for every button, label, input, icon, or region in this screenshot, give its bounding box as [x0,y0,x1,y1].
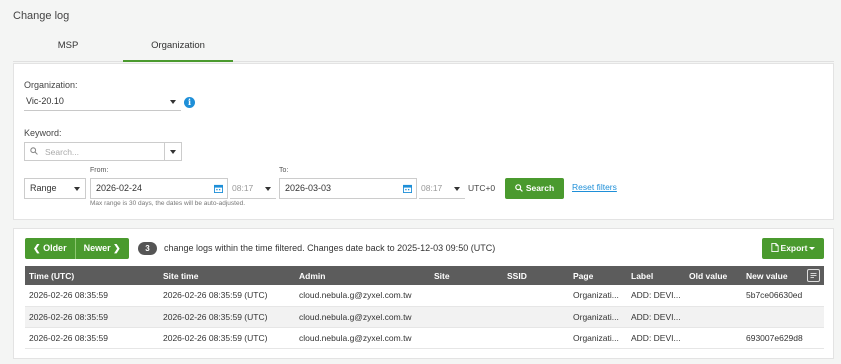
column-header-time-utc[interactable]: Time (UTC) [25,266,159,285]
count-badge: 3 [138,242,157,255]
export-file-icon [770,243,779,252]
column-header-site-time[interactable]: Site time [159,266,295,285]
cell-admin: cloud.nebula.g@zyxel.com.tw [295,306,430,328]
change-log-table: Time (UTC) Site time Admin Site SSID Pag… [25,266,824,349]
column-header-site[interactable]: Site [430,266,503,285]
cell-time-utc: 2026-02-26 08:35:59 [25,327,159,349]
chevron-left-icon: ❮ [33,243,41,253]
cell-page: Organizati... [569,285,627,307]
search-button-label: Search [525,183,555,193]
cell-time-utc: 2026-02-26 08:35:59 [25,306,159,328]
chevron-down-icon [170,150,176,154]
cell-site [430,285,503,307]
column-header-admin[interactable]: Admin [295,266,430,285]
cell-label: ADD: DEVI... [627,306,685,328]
chevron-down-icon [74,187,80,191]
cell-site-time: 2026-02-26 08:35:59 (UTC) [159,306,295,328]
to-time-value: 08:17 [421,183,443,193]
cell-label: ADD: DEVI... [627,327,685,349]
info-icon[interactable]: i [184,97,195,108]
cell-site [430,327,503,349]
cell-old-value [685,327,742,349]
from-time-select[interactable]: 08:17 [230,178,276,199]
keyword-dropdown-button[interactable] [164,143,181,160]
cell-page: Organizati... [569,306,627,328]
cell-admin: cloud.nebula.g@zyxel.com.tw [295,285,430,307]
table-row[interactable]: 2026-02-26 08:35:59 2026-02-26 08:35:59 … [25,285,824,307]
range-hint: Max range is 30 days, the dates will be … [90,200,246,207]
column-header-new-value[interactable]: New value [742,266,824,285]
calendar-icon[interactable] [214,184,223,193]
table-row[interactable]: 2026-02-26 08:35:59 2026-02-26 08:35:59 … [25,306,824,328]
calendar-icon[interactable] [403,184,412,193]
tab-msp[interactable]: MSP [13,30,123,62]
cell-time-utc: 2026-02-26 08:35:59 [25,285,159,307]
timezone-label: UTC+0 [468,183,496,193]
cell-ssid [503,306,569,328]
cell-label: ADD: DEVI... [627,285,685,307]
cell-site [430,306,503,328]
from-date-value: 2026-02-24 [96,183,143,193]
page-title: Change log [13,10,70,22]
chevron-down-icon [809,247,816,250]
cell-old-value [685,285,742,307]
chevron-down-icon [265,187,271,191]
export-button[interactable]: Export [762,238,824,259]
export-button-label: Export [780,243,808,253]
cell-admin: cloud.nebula.g@zyxel.com.tw [295,327,430,349]
chevron-down-icon [170,100,176,104]
pager: ❮ Older Newer ❯ [25,238,129,259]
tab-bar: MSP Organization [13,30,834,62]
to-date-input[interactable]: 2026-03-03 [279,178,417,199]
column-header-label[interactable]: Label [627,266,685,285]
to-date-value: 2026-03-03 [285,183,332,193]
cell-new-value: 693007e629d8 [742,327,824,349]
cell-site-time: 2026-02-26 08:35:59 (UTC) [159,285,295,307]
range-value: Range [30,183,57,193]
newer-button[interactable]: Newer ❯ [75,238,129,259]
filter-panel: Organization: Vic-20.10 i Keyword: Range… [13,63,834,220]
tab-organization[interactable]: Organization [123,30,233,62]
cell-ssid [503,327,569,349]
cell-ssid [503,285,569,307]
cell-new-value: 5b7ce06630ed [742,285,824,307]
from-time-value: 08:17 [232,183,254,193]
column-header-new-value-label: New value [746,270,788,281]
column-header-ssid[interactable]: SSID [503,266,569,285]
from-date-input[interactable]: 2026-02-24 [90,178,228,199]
newer-button-label: Newer [83,243,111,253]
search-icon [515,184,523,192]
keyword-field [24,142,182,161]
organization-value: Vic-20.10 [26,96,64,106]
organization-label: Organization: [24,80,78,90]
results-summary: change logs within the time filtered. Ch… [164,243,496,253]
table-row[interactable]: 2026-02-26 08:35:59 2026-02-26 08:35:59 … [25,327,824,349]
to-time-select[interactable]: 08:17 [419,178,465,199]
column-header-old-value[interactable]: Old value [685,266,742,285]
cell-old-value [685,306,742,328]
older-button[interactable]: ❮ Older [25,238,76,259]
from-label: From: [90,167,109,174]
cell-page: Organizati... [569,327,627,349]
search-button[interactable]: Search [505,178,564,199]
keyword-label: Keyword: [24,128,62,138]
organization-select[interactable]: Vic-20.10 [24,92,181,111]
reset-filters-link[interactable]: Reset filters [572,182,617,192]
column-header-page[interactable]: Page [569,266,627,285]
results-panel: ❮ Older Newer ❯ 3 change logs within the… [13,228,834,359]
cell-new-value [742,306,824,328]
column-settings-icon[interactable] [807,269,820,282]
older-button-label: Older [43,243,67,253]
to-label: To: [279,167,289,174]
table-header-row: Time (UTC) Site time Admin Site SSID Pag… [25,266,824,285]
cell-site-time: 2026-02-26 08:35:59 (UTC) [159,327,295,349]
chevron-right-icon: ❯ [113,243,121,253]
chevron-down-icon [454,187,460,191]
range-select[interactable]: Range [24,178,86,199]
keyword-input[interactable] [25,143,165,160]
